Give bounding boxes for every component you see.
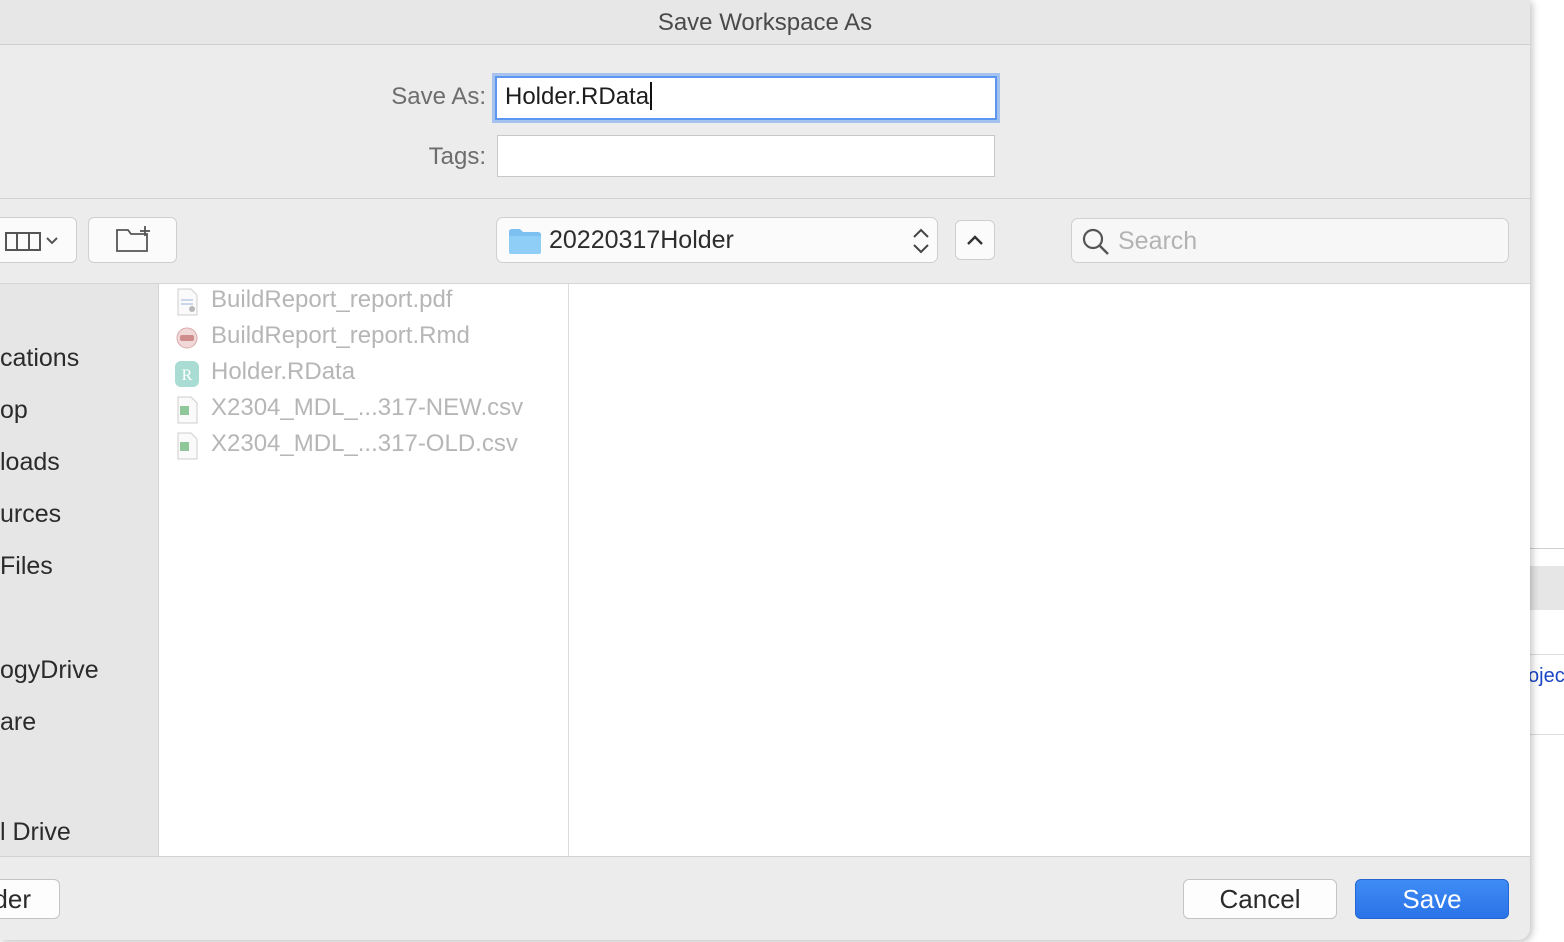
- cancel-button[interactable]: Cancel: [1183, 879, 1337, 919]
- list-item[interactable]: X2304_MDL_...317-OLD.csv: [171, 428, 566, 462]
- divider: [0, 198, 1530, 199]
- save-as-value: Holder.RData: [505, 83, 650, 110]
- pdf-file-icon: [177, 288, 198, 316]
- divider: [1528, 654, 1564, 655]
- divider: [1528, 734, 1564, 735]
- list-item[interactable]: R Holder.RData: [171, 356, 566, 390]
- save-as-field[interactable]: Holder.RData: [495, 76, 997, 120]
- file-name: Holder.RData: [211, 358, 356, 385]
- location-label: 20220317Holder: [549, 226, 734, 254]
- text-caret: [650, 81, 653, 110]
- sidebar-item-synologydrive[interactable]: ogyDrive: [0, 656, 99, 685]
- sidebar: cations op loads urces Files ogyDrive ar…: [0, 284, 159, 856]
- search-field[interactable]: Search: [1071, 218, 1509, 263]
- rmd-file-icon: [176, 327, 198, 349]
- background-header-row: [1528, 566, 1564, 610]
- tags-field[interactable]: [497, 135, 995, 177]
- divider: [1528, 548, 1564, 549]
- sidebar-item-downloads[interactable]: loads: [0, 448, 60, 477]
- csv-file-icon: [177, 432, 198, 460]
- svg-text:R: R: [182, 367, 193, 384]
- rdata-file-icon: R: [175, 361, 199, 387]
- divider: [0, 856, 1530, 857]
- new-folder-icon: [116, 226, 150, 252]
- list-item[interactable]: X2304_MDL_...317-NEW.csv: [171, 392, 566, 426]
- folder-icon: [509, 229, 541, 254]
- file-column: BuildReport_report.pdf BuildReport_repor…: [159, 284, 569, 856]
- list-item[interactable]: BuildReport_report.Rmd: [171, 320, 566, 354]
- new-folder-button[interactable]: der: [0, 879, 60, 919]
- tags-label: Tags:: [428, 143, 486, 170]
- save-dialog: Save Workspace As Save As: Holder.RData …: [0, 0, 1530, 940]
- location-popup[interactable]: 20220317Holder: [496, 217, 938, 263]
- new-folder-toolbar-button[interactable]: [88, 217, 177, 263]
- chevron-up-icon: [967, 235, 983, 245]
- file-name: BuildReport_report.Rmd: [211, 322, 470, 349]
- list-item[interactable]: BuildReport_report.pdf: [171, 284, 566, 318]
- file-name: BuildReport_report.pdf: [211, 286, 453, 313]
- file-name: X2304_MDL_...317-OLD.csv: [211, 430, 518, 457]
- search-placeholder: Search: [1118, 227, 1198, 255]
- save-button[interactable]: Save: [1355, 879, 1509, 919]
- search-icon: [1082, 228, 1109, 255]
- sidebar-item-resources[interactable]: urces: [0, 500, 61, 529]
- preview-column: [569, 284, 1530, 856]
- view-mode-button[interactable]: [0, 217, 77, 263]
- background-link[interactable]: ojec: [1528, 665, 1564, 688]
- sidebar-item-desktop[interactable]: op: [0, 396, 28, 425]
- sidebar-item-files[interactable]: Files: [0, 552, 53, 581]
- chevron-updown-icon: [913, 228, 929, 254]
- sidebar-item-icloud-drive[interactable]: l Drive: [0, 818, 71, 847]
- dialog-title: Save Workspace As: [0, 0, 1530, 45]
- sidebar-item-applications[interactable]: cations: [0, 344, 79, 373]
- collapse-button[interactable]: [955, 220, 995, 260]
- csv-file-icon: [177, 396, 198, 424]
- columns-view-icon: [5, 232, 58, 251]
- file-name: X2304_MDL_...317-NEW.csv: [211, 394, 524, 421]
- sidebar-item-share[interactable]: are: [0, 708, 36, 737]
- save-as-label: Save As:: [391, 83, 486, 110]
- background-window: ojec: [1528, 0, 1564, 942]
